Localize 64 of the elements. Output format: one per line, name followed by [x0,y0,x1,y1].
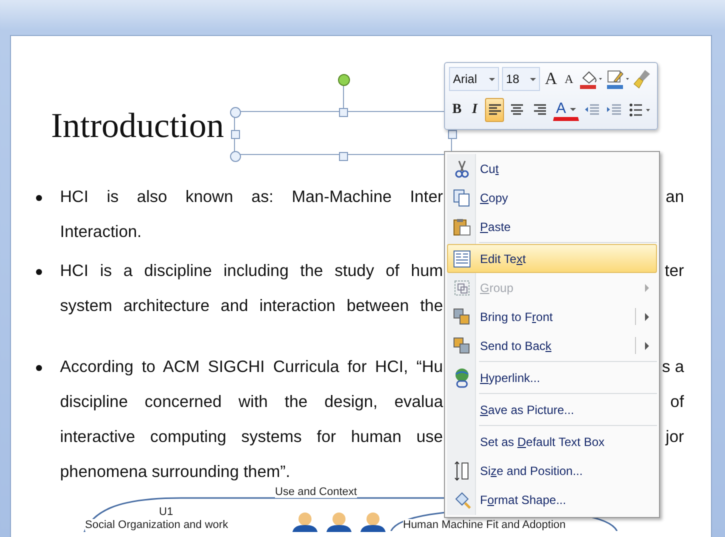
bullet-text: jor [666,428,684,447]
group-icon [453,278,471,296]
text-box-icon [453,250,471,268]
people-icon [291,512,387,532]
menu-item[interactable]: Save as Picture... [447,395,657,424]
resize-handle[interactable] [339,152,348,161]
diagram-label: Social Organization and work [85,519,228,531]
menu-item[interactable]: Size and Position... [447,456,657,485]
menu-item[interactable]: Edit Text [447,244,657,273]
bullet-text: Interaction. [60,223,142,242]
clipboard-icon [453,218,471,236]
resize-handle[interactable] [231,130,240,139]
diagram-label: Human Machine Fit and Adoption [403,519,566,531]
bullet-text: system architecture and interaction between the [60,297,443,316]
resize-handle[interactable] [339,108,348,117]
bold-button[interactable]: B [449,98,465,122]
decrease-indent-icon [584,103,600,117]
brush-icon[interactable] [633,69,651,89]
size-position-icon [454,460,470,480]
bullet-text: an [666,188,684,207]
align-center-icon [510,103,524,117]
bullet-text: According to ACM SIGCHI Curricula for HCI, “Hu [60,358,443,377]
font-color-button[interactable]: A [553,99,579,121]
diagram-label: U1 [159,506,174,518]
increase-indent-icon [606,103,622,117]
menu-item[interactable]: Copy [447,183,657,212]
bring-front-icon [453,308,471,326]
paint-bucket-icon[interactable] [579,69,603,89]
grow-font-button[interactable]: A [543,67,559,91]
bullet-text: HCI is a discipline including the study of hum [60,262,443,281]
menu-item[interactable]: Format Shape... [447,485,657,514]
bullet-text: phenomena surrounding them”. [60,463,290,482]
menu-item[interactable]: Bring to Front [447,302,657,331]
bulleted-list-icon [629,103,652,117]
pencil-icon[interactable] [606,69,630,89]
bullet-icon [36,194,42,200]
bullet-text: HCI is also known as: Man-Machine Inter [60,188,443,207]
font-dropdown[interactable]: Arial [449,67,499,91]
paint-bucket-icon [453,490,471,508]
bullet-text: ter [664,262,684,281]
bullet-icon [36,364,42,370]
italic-button[interactable]: I [468,98,482,122]
menu-item[interactable]: Paste [447,212,657,241]
bullet-icon [36,268,42,274]
globe-link-icon [453,368,471,388]
scissors-icon [454,160,470,178]
bullet-text: discipline concerned with the design, evalua [60,393,443,412]
align-right-icon [533,103,548,117]
menu-item[interactable]: Cut [447,154,657,183]
bullet-text: interactive computing systems for human use [60,428,443,447]
font-size-dropdown[interactable]: 18 [502,67,540,91]
menu-item[interactable]: Send to Back [447,331,657,360]
bullet-text: s a [662,358,684,377]
slide-title: Introduction [51,105,224,147]
shrink-font-button[interactable]: A [562,67,576,91]
menu-item[interactable]: Set as Default Text Box [447,427,657,456]
align-left-button[interactable] [484,98,504,122]
menu-item[interactable]: Hyperlink... [447,363,657,392]
send-back-icon [453,336,471,354]
align-left-icon [488,103,502,117]
bullet-text: of [670,393,684,412]
diagram-label: Use and Context [275,486,357,498]
resize-handle[interactable] [448,130,457,139]
copy-icon [453,188,471,206]
